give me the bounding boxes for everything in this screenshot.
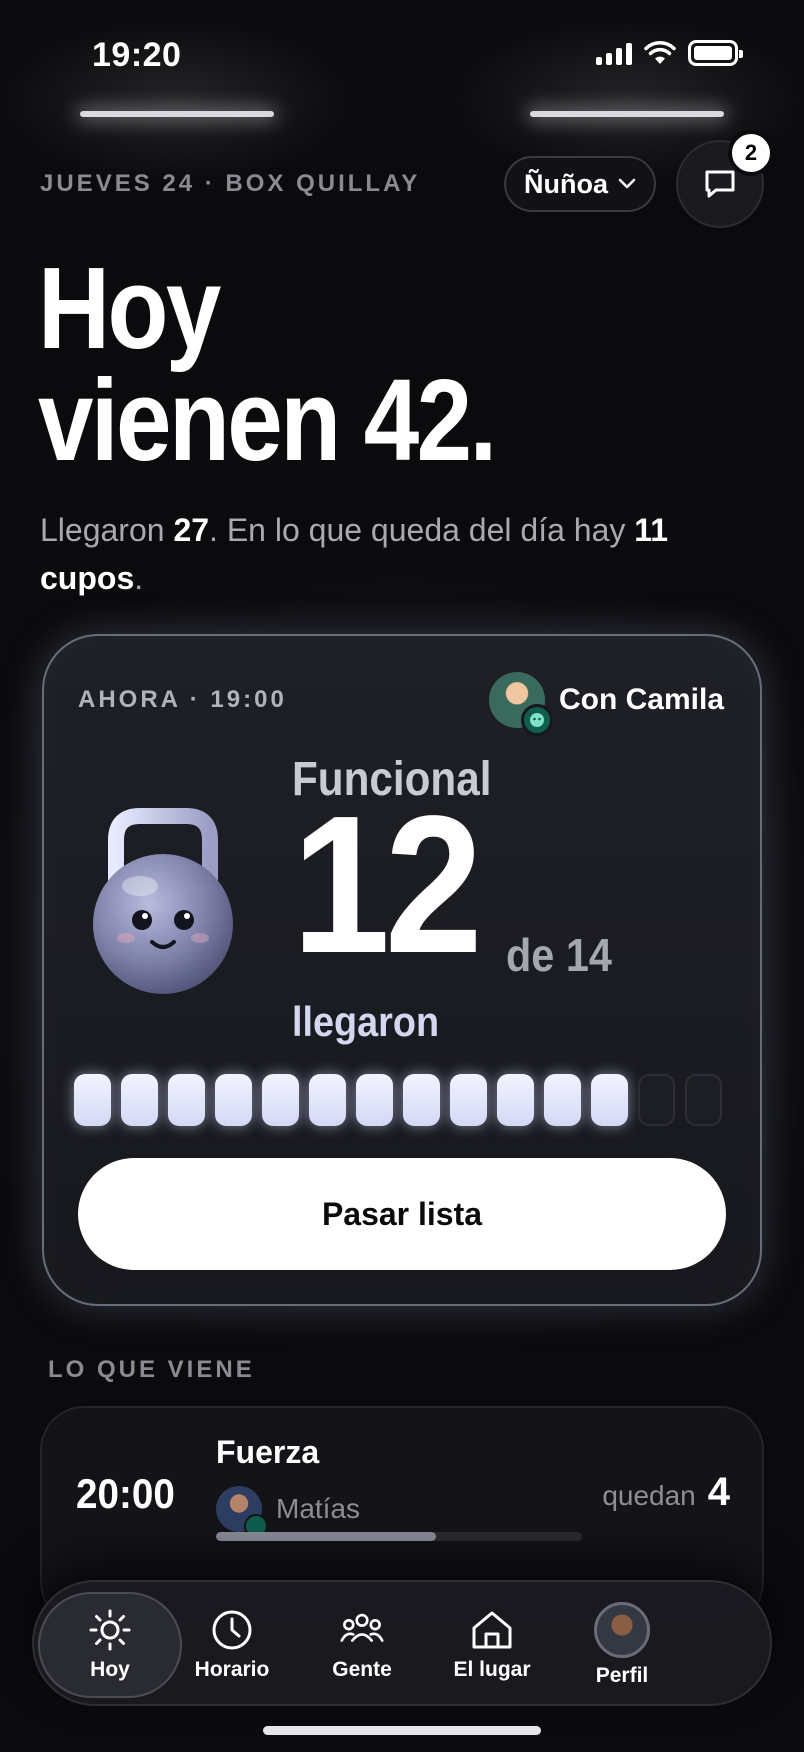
class-coach: Con Camila xyxy=(488,672,724,736)
summary-text: . xyxy=(134,560,144,596)
upcoming-class-name: Fuerza xyxy=(216,1434,320,1470)
progress-segment-filled xyxy=(74,1074,111,1126)
page-headline: Hoy vienen 42. xyxy=(38,243,497,485)
battery-icon xyxy=(688,40,743,66)
date-location-line: JUEVES 24 · BOX QUILLAY xyxy=(40,170,421,197)
upcoming-coach-name: Matías xyxy=(276,1493,361,1524)
ceiling-light-decoration xyxy=(80,111,274,117)
location-selector[interactable]: Ñuñoa xyxy=(504,156,656,212)
bottom-tab-bar: Hoy Horario Gente El lugar Perfil xyxy=(32,1580,772,1706)
sun-icon xyxy=(88,1608,132,1652)
take-attendance-button[interactable]: Pasar lista xyxy=(78,1158,726,1270)
progress-segment-filled xyxy=(450,1074,487,1126)
remaining-count: 4 xyxy=(707,1470,730,1514)
tab-label: El lugar xyxy=(453,1658,531,1681)
progress-segment-empty xyxy=(638,1074,675,1126)
coach-avatar xyxy=(488,672,553,736)
headline-line-1: Hoy xyxy=(38,243,221,373)
house-icon xyxy=(470,1608,514,1652)
status-time: 19:20 xyxy=(92,36,182,74)
tab-perfil[interactable]: Perfil xyxy=(550,1592,694,1698)
tab-gente[interactable]: Gente xyxy=(290,1592,434,1698)
progress-segment-filled xyxy=(168,1074,205,1126)
upcoming-class-coach: Matías xyxy=(216,1486,361,1538)
clock-icon xyxy=(210,1608,254,1652)
app-screen: 19:20 JUEVES 24 · BOX QUILLAY Ñuñoa 2 Ho… xyxy=(0,0,804,1752)
remaining-label: quedan xyxy=(602,1480,696,1511)
progress-segment-filled xyxy=(497,1074,534,1126)
progress-segment-filled xyxy=(215,1074,252,1126)
progress-segment-filled xyxy=(544,1074,581,1126)
tab-label: Perfil xyxy=(595,1664,649,1687)
progress-segment-filled xyxy=(356,1074,393,1126)
cellular-signal-icon xyxy=(596,41,632,65)
profile-avatar xyxy=(594,1602,650,1658)
progress-segment-empty xyxy=(685,1074,722,1126)
progress-segment-filled xyxy=(121,1074,158,1126)
kettlebell-mascot-icon xyxy=(93,808,233,994)
chat-bubble-icon xyxy=(705,170,735,198)
home-indicator xyxy=(263,1726,541,1735)
attendance-summary: Llegaron 27. En lo que queda del día hay… xyxy=(40,506,760,602)
wifi-icon xyxy=(644,41,676,64)
capacity-label: de 14 xyxy=(506,929,612,981)
headline-line-2: vienen 42. xyxy=(38,355,497,485)
location-label: Ñuñoa xyxy=(524,168,608,199)
tab-label: Hoy xyxy=(90,1658,130,1681)
progress-segment-filled xyxy=(591,1074,628,1126)
ceiling-light-decoration xyxy=(530,111,724,117)
current-class-card: AHORA · 19:00 Con Camila Funcional 12 de… xyxy=(42,634,762,1306)
tab-label: Horario xyxy=(194,1658,270,1681)
messages-badge: 2 xyxy=(728,130,774,176)
tab-label: Gente xyxy=(332,1658,392,1681)
coach-name: Con Camila xyxy=(558,683,724,716)
coach-badge-icon xyxy=(520,704,553,736)
summary-arrived-count: 27 xyxy=(173,512,210,548)
tab-el-lugar[interactable]: El lugar xyxy=(420,1592,564,1698)
arrived-count: 12 xyxy=(292,775,483,994)
upcoming-section-label: LO QUE VIENE xyxy=(48,1356,255,1383)
summary-text: Llegaron xyxy=(40,512,174,548)
upcoming-capacity-bar xyxy=(216,1532,582,1541)
tab-horario[interactable]: Horario xyxy=(160,1592,304,1698)
arrived-label: llegaron xyxy=(292,998,440,1045)
progress-segment-filled xyxy=(262,1074,299,1126)
attendance-progress xyxy=(74,1074,722,1126)
progress-segment-filled xyxy=(309,1074,346,1126)
progress-segment-filled xyxy=(403,1074,440,1126)
upcoming-remaining: quedan 4 xyxy=(602,1470,730,1515)
class-time-label: AHORA · 19:00 xyxy=(78,686,287,713)
people-icon xyxy=(340,1608,384,1652)
status-icons xyxy=(596,40,743,66)
upcoming-coach-avatar xyxy=(216,1486,268,1538)
chevron-down-icon xyxy=(618,178,636,189)
summary-text: . En lo que queda del día hay xyxy=(209,512,635,548)
upcoming-class-time: 20:00 xyxy=(76,1470,175,1517)
